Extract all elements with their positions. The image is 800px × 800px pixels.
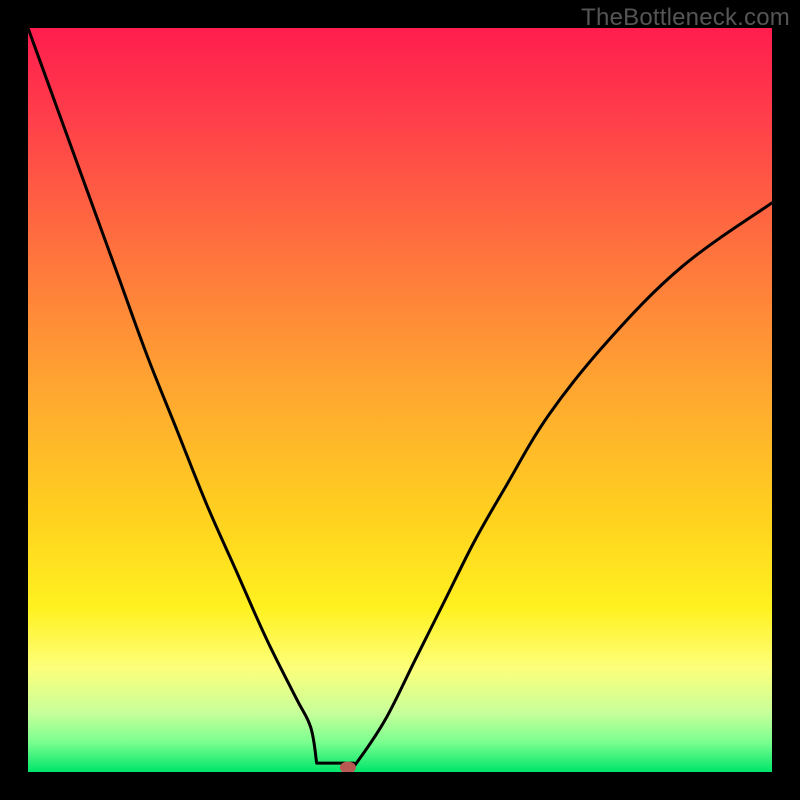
bottleneck-curve <box>28 28 772 768</box>
plot-area <box>28 28 772 772</box>
curve-layer <box>28 28 772 772</box>
chart-frame: TheBottleneck.com <box>0 0 800 800</box>
